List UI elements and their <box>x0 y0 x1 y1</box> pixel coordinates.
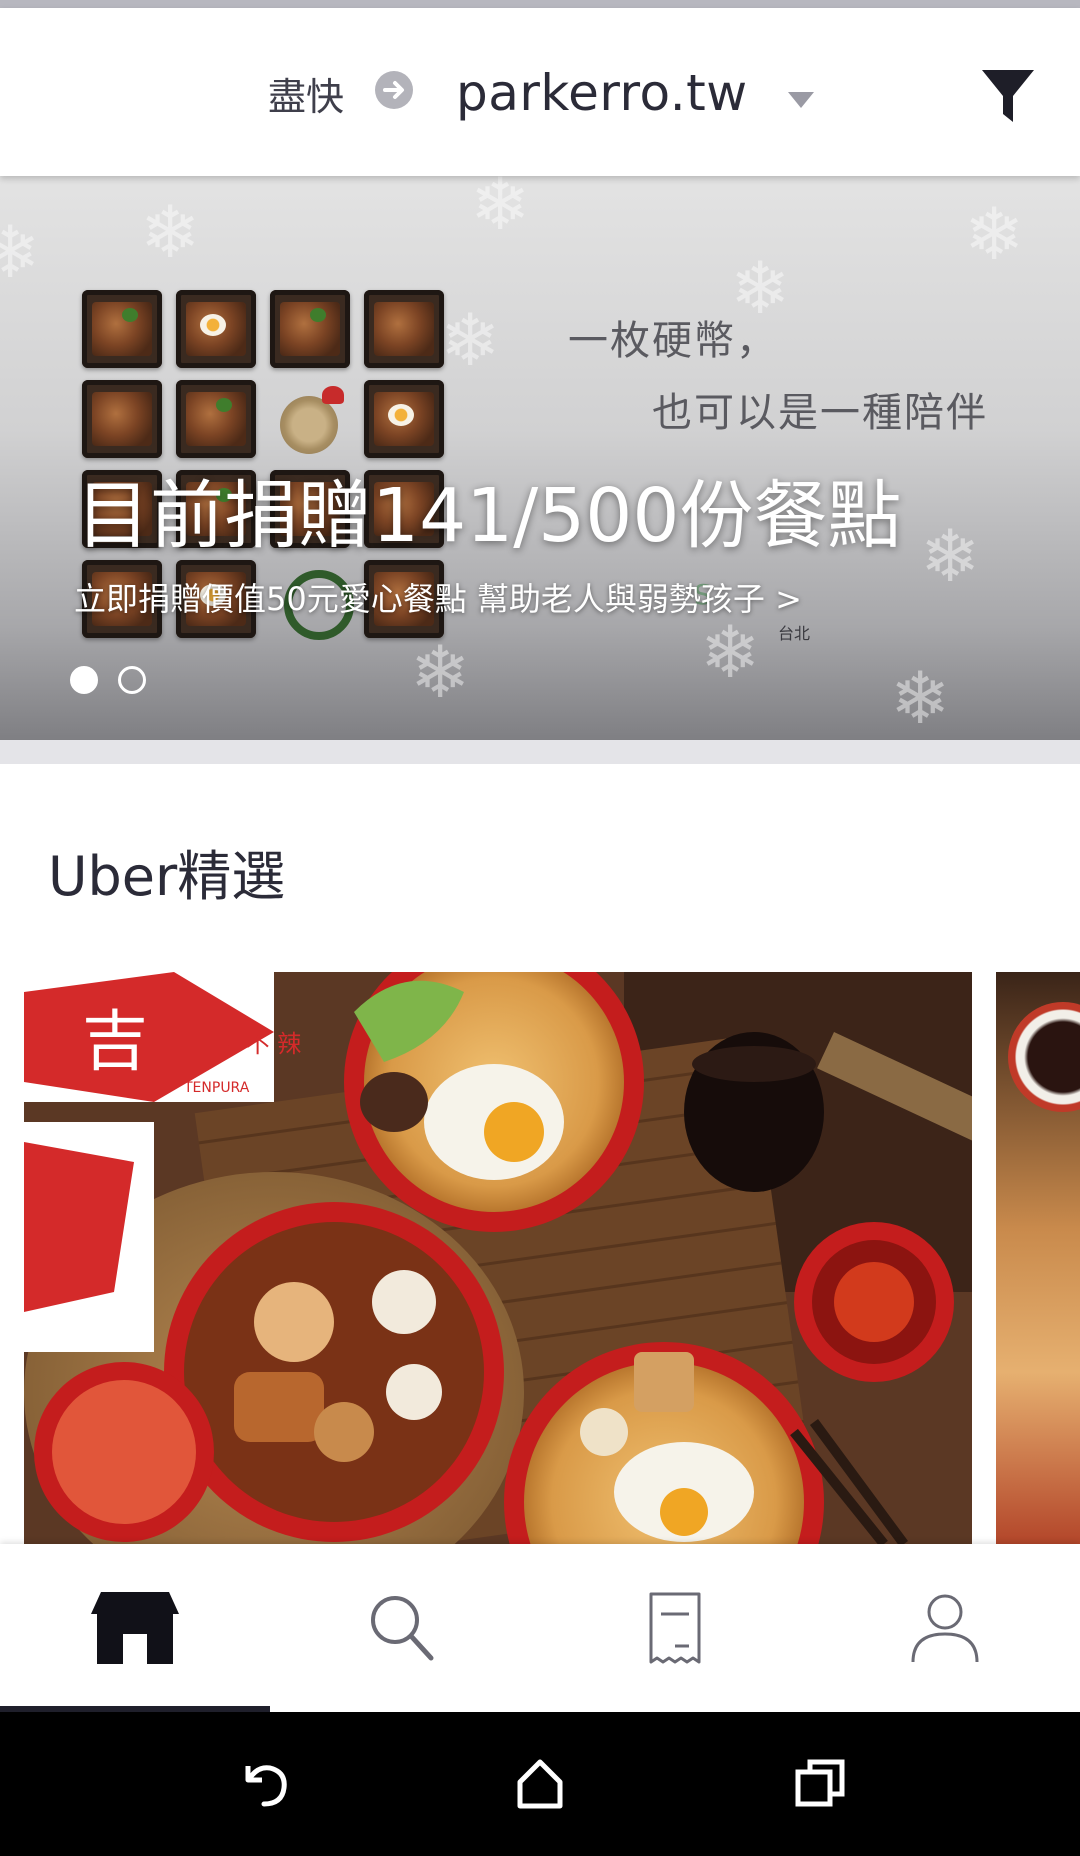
banner-title: 目前捐贈141/500份餐點 <box>76 473 902 559</box>
brand-city: 台北 <box>778 624 811 643</box>
tab-account[interactable] <box>810 1544 1080 1712</box>
meal-box-image <box>176 380 256 458</box>
featured-restaurant-card[interactable]: 吉 甜 不 辣 TENPURA <box>24 972 972 1544</box>
snowflake-icon: ❄ <box>470 176 531 246</box>
bottom-tab-bar <box>0 1544 1080 1712</box>
snowflake-icon: ❄ <box>964 192 1025 276</box>
banner-slogan-line2: 也可以是一種陪伴 <box>652 390 988 436</box>
meal-box-image <box>364 380 444 458</box>
tab-search[interactable] <box>270 1544 540 1712</box>
cup-logo: 吉 <box>82 1003 148 1080</box>
user-icon <box>911 1594 979 1663</box>
meal-box-image <box>82 290 162 368</box>
coin-image <box>270 380 350 458</box>
snowflake-icon: ❄ <box>0 210 41 294</box>
banner-slogan-line1: 一枚硬幣， <box>568 318 778 364</box>
meal-box-image <box>270 290 350 368</box>
receipt-icon <box>649 1592 701 1664</box>
tab-home[interactable] <box>0 1544 270 1712</box>
back-icon[interactable] <box>236 1756 292 1812</box>
section-title: Uber精選 <box>48 845 286 908</box>
cup-side-text: 甜 不 辣 <box>214 1030 301 1058</box>
arrow-right-circle-icon <box>375 71 413 109</box>
carousel-dot-active[interactable] <box>70 666 98 694</box>
featured-restaurant-card-next[interactable] <box>996 972 1080 1544</box>
snowflake-icon: ❄ <box>890 656 951 740</box>
search-icon <box>371 1596 434 1661</box>
storefront-icon <box>91 1592 179 1664</box>
chevron-down-icon[interactable] <box>788 92 814 108</box>
carousel-dot[interactable] <box>118 666 146 694</box>
cup-brand: TENPURA <box>183 1080 250 1096</box>
home-icon[interactable] <box>512 1756 568 1812</box>
meal-box-image <box>176 290 256 368</box>
section-divider <box>0 740 1080 764</box>
donation-banner[interactable]: ❄ ❄ ❄ ❄ ❄ ❄ ❄ ❄ ❄ ❄ 一枚硬幣， 也可以是一種陪伴 S 台北 … <box>0 176 1080 740</box>
system-navigation-bar <box>0 1712 1080 1856</box>
snowflake-icon: ❄ <box>700 610 761 694</box>
snowflake-icon: ❄ <box>140 190 201 274</box>
recent-apps-icon[interactable] <box>792 1756 848 1812</box>
banner-donate-link[interactable]: 立即捐贈價值50元愛心餐點 幫助老人與弱勢孩子 > <box>74 574 802 620</box>
status-strip <box>0 0 1080 8</box>
delivery-location[interactable]: parkerro.tw <box>456 64 748 122</box>
delivery-time[interactable]: 盡快 <box>268 66 344 121</box>
meal-box-image <box>364 290 444 368</box>
app-header: 盡快 parkerro.tw <box>0 8 1080 176</box>
snowflake-icon: ❄ <box>920 514 981 598</box>
filter-icon[interactable] <box>982 68 1034 126</box>
tab-orders[interactable] <box>540 1544 810 1712</box>
meal-box-image <box>82 380 162 458</box>
food-photo: 吉 甜 不 辣 TENPURA <box>24 972 972 1544</box>
